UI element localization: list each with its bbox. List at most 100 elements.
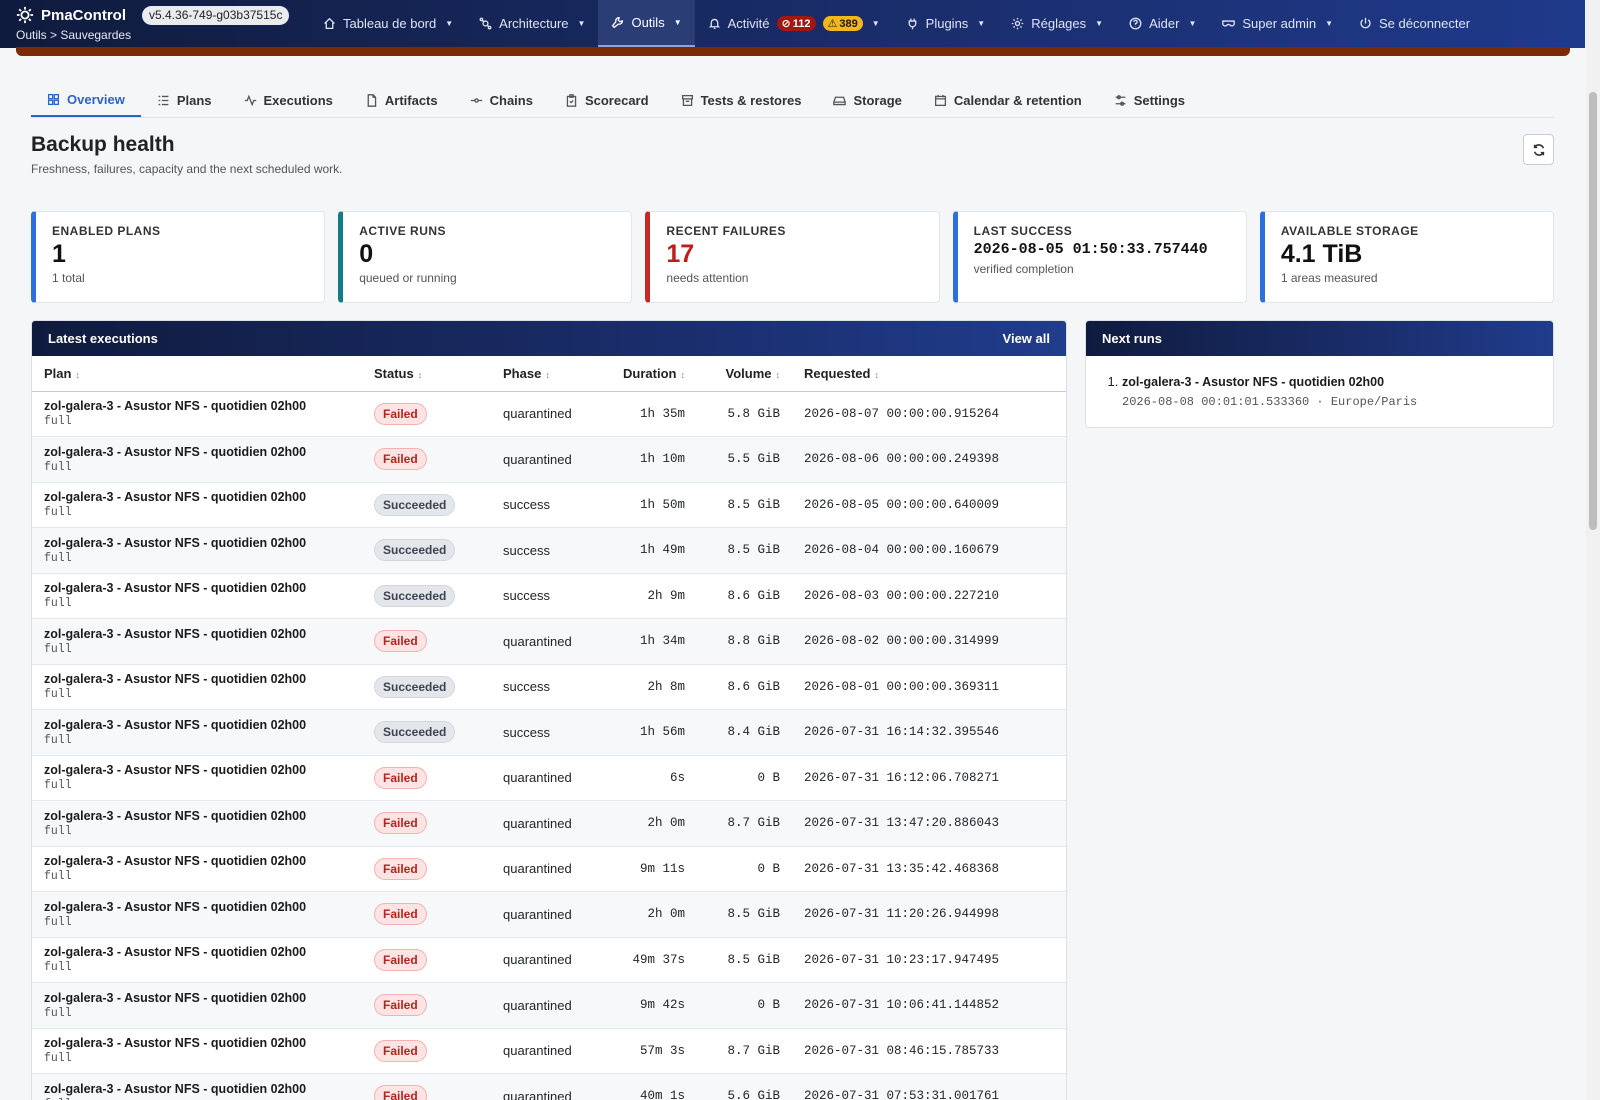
table-row[interactable]: zol-galera-3 - Asustor NFS - quotidien 0…	[32, 982, 1066, 1029]
column-header: Duration	[623, 365, 677, 381]
sliders-icon	[1115, 95, 1126, 106]
nav-architecture[interactable]: Architecture ▼	[466, 0, 598, 47]
nav-aider[interactable]: Aider ▼	[1116, 0, 1209, 47]
table-row[interactable]: zol-galera-3 - Asustor NFS - quotidien 0…	[32, 527, 1066, 574]
nav-se-deconnecter[interactable]: Se déconnecter	[1346, 0, 1483, 47]
col-duration[interactable]: Duration ↕	[599, 356, 697, 392]
plug-icon	[908, 18, 917, 30]
table-row[interactable]: zol-galera-3 - Asustor NFS - quotidien 0…	[32, 709, 1066, 756]
cell-plan[interactable]: zol-galera-3 - Asustor NFS - quotidien 0…	[32, 709, 362, 756]
cell-volume: 8.8 GiB	[697, 618, 792, 665]
chevron-down-icon: ▼	[673, 18, 682, 27]
status-badge: Failed	[374, 1085, 427, 1100]
table-row[interactable]: zol-galera-3 - Asustor NFS - quotidien 0…	[32, 664, 1066, 710]
metric-label: AVAILABLE STORAGE	[1280, 224, 1419, 238]
plan-type: full	[44, 1052, 72, 1066]
table-row[interactable]: zol-galera-3 - Asustor NFS - quotidien 0…	[32, 755, 1066, 801]
cell-status: Succeeded	[362, 664, 491, 710]
tab-plans[interactable]: Plans	[141, 84, 228, 117]
nav-super-admin[interactable]: Super admin ▼	[1209, 0, 1346, 47]
plan-name: zol-galera-3 - Asustor NFS - quotidien 0…	[44, 945, 307, 960]
table-row[interactable]: zol-galera-3 - Asustor NFS - quotidien 0…	[32, 891, 1066, 938]
cell-volume: 8.6 GiB	[697, 573, 792, 619]
cell-phase: success	[491, 709, 599, 756]
plan-type: full	[44, 688, 72, 702]
nav-outils[interactable]: Outils ▼	[598, 0, 695, 47]
cell-duration: 1h 50m	[599, 482, 697, 528]
tab-calendar-retention[interactable]: Calendar & retention	[918, 84, 1098, 117]
nav-reglages[interactable]: Réglages ▼	[998, 0, 1116, 47]
cell-plan[interactable]: zol-galera-3 - Asustor NFS - quotidien 0…	[32, 891, 362, 938]
tab-settings[interactable]: Settings	[1098, 84, 1201, 117]
plan-name: zol-galera-3 - Asustor NFS - quotidien 0…	[44, 1081, 307, 1096]
metric-value: 2026-08-05 01:50:33.757440	[973, 241, 1208, 258]
table-row[interactable]: zol-galera-3 - Asustor NFS - quotidien 0…	[32, 1028, 1066, 1074]
cell-plan[interactable]: zol-galera-3 - Asustor NFS - quotidien 0…	[32, 573, 362, 619]
status-badge: Succeeded	[374, 539, 456, 562]
cell-plan[interactable]: zol-galera-3 - Asustor NFS - quotidien 0…	[32, 846, 362, 892]
chevron-down-icon: ▼	[977, 19, 986, 28]
cell-duration: 6s	[599, 755, 697, 801]
table-row[interactable]: zol-galera-3 - Asustor NFS - quotidien 0…	[32, 482, 1066, 528]
col-plan[interactable]: Plan ↕	[32, 356, 362, 392]
brand[interactable]: PmaControl	[16, 6, 126, 24]
cell-plan[interactable]: zol-galera-3 - Asustor NFS - quotidien 0…	[32, 800, 362, 847]
plan-type: full	[44, 961, 72, 975]
grid-icon	[47, 93, 60, 106]
error-count-badge[interactable]: ⊘ 112	[776, 16, 816, 31]
tab-storage[interactable]: Storage	[817, 84, 917, 117]
cell-plan[interactable]: zol-galera-3 - Asustor NFS - quotidien 0…	[32, 436, 362, 483]
tab-tests-restores[interactable]: Tests & restores	[665, 84, 818, 117]
cell-phase: success	[491, 482, 599, 528]
cell-volume: 8.5 GiB	[697, 937, 792, 983]
status-badge: Failed	[374, 812, 427, 835]
tab-overview[interactable]: Overview	[31, 84, 141, 117]
cell-plan[interactable]: zol-galera-3 - Asustor NFS - quotidien 0…	[32, 527, 362, 574]
cell-plan[interactable]: zol-galera-3 - Asustor NFS - quotidien 0…	[32, 1028, 362, 1074]
nav-tableau-de-bord[interactable]: Tableau de bord ▼	[310, 0, 466, 47]
warning-count-badge[interactable]: ⚠ 389	[822, 16, 863, 31]
cell-volume: 8.5 GiB	[697, 891, 792, 938]
cell-plan[interactable]: zol-galera-3 - Asustor NFS - quotidien 0…	[32, 755, 362, 801]
nav-activite[interactable]: Activité ⊘ 112 ⚠ 389 ▼	[695, 0, 893, 47]
tab-chains[interactable]: Chains	[454, 84, 549, 117]
table-row[interactable]: zol-galera-3 - Asustor NFS - quotidien 0…	[32, 846, 1066, 892]
view-all-link[interactable]: View all	[1003, 331, 1050, 346]
table-row[interactable]: zol-galera-3 - Asustor NFS - quotidien 0…	[32, 573, 1066, 619]
breadcrumb[interactable]: Outils > Sauvegardes	[16, 28, 131, 42]
tab-executions[interactable]: Executions	[228, 84, 349, 117]
table-row[interactable]: zol-galera-3 - Asustor NFS - quotidien 0…	[32, 800, 1066, 847]
cell-plan[interactable]: zol-galera-3 - Asustor NFS - quotidien 0…	[32, 482, 362, 528]
cell-plan[interactable]: zol-galera-3 - Asustor NFS - quotidien 0…	[32, 664, 362, 710]
plan-name: zol-galera-3 - Asustor NFS - quotidien 0…	[44, 535, 307, 550]
table-row[interactable]: zol-galera-3 - Asustor NFS - quotidien 0…	[32, 391, 1066, 437]
cell-plan[interactable]: zol-galera-3 - Asustor NFS - quotidien 0…	[32, 982, 362, 1029]
table-row[interactable]: zol-galera-3 - Asustor NFS - quotidien 0…	[32, 436, 1066, 483]
col-phase[interactable]: Phase ↕	[491, 356, 599, 392]
cell-duration: 1h 34m	[599, 618, 697, 665]
tab-scorecard[interactable]: Scorecard	[549, 84, 665, 117]
col-status[interactable]: Status ↕	[362, 356, 491, 392]
page-scrollbar[interactable]	[1586, 0, 1600, 1100]
chevron-down-icon: ▼	[577, 19, 586, 28]
col-volume[interactable]: Volume ↕	[697, 356, 792, 392]
cell-plan[interactable]: zol-galera-3 - Asustor NFS - quotidien 0…	[32, 391, 362, 437]
cell-requested: 2026-07-31 08:46:15.785733	[792, 1028, 1066, 1074]
tab-artifacts[interactable]: Artifacts	[349, 84, 454, 117]
cell-plan[interactable]: zol-galera-3 - Asustor NFS - quotidien 0…	[32, 937, 362, 983]
cell-plan[interactable]: zol-galera-3 - Asustor NFS - quotidien 0…	[32, 618, 362, 665]
col-requested[interactable]: Requested ↕	[792, 356, 1066, 392]
cell-volume: 0 B	[697, 755, 792, 801]
metric-active-runs: ACTIVE RUNS 0 queued or running	[338, 211, 633, 303]
table-row[interactable]: zol-galera-3 - Asustor NFS - quotidien 0…	[32, 937, 1066, 983]
tab-label: Executions	[263, 93, 333, 108]
table-row[interactable]: zol-galera-3 - Asustor NFS - quotidien 0…	[32, 1073, 1066, 1100]
next-run-item[interactable]: zol-galera-3 - Asustor NFS - quotidien 0…	[1122, 374, 1537, 409]
refresh-button[interactable]	[1523, 134, 1554, 165]
metric-available-storage: AVAILABLE STORAGE 4.1 TiB 1 areas measur…	[1259, 211, 1555, 303]
nav-plugins[interactable]: Plugins ▼	[893, 0, 999, 47]
scrollbar-thumb[interactable]	[1589, 92, 1597, 530]
cell-plan[interactable]: zol-galera-3 - Asustor NFS - quotidien 0…	[32, 1073, 362, 1100]
panel-header: Latest executions View all	[32, 321, 1066, 356]
table-row[interactable]: zol-galera-3 - Asustor NFS - quotidien 0…	[32, 618, 1066, 665]
